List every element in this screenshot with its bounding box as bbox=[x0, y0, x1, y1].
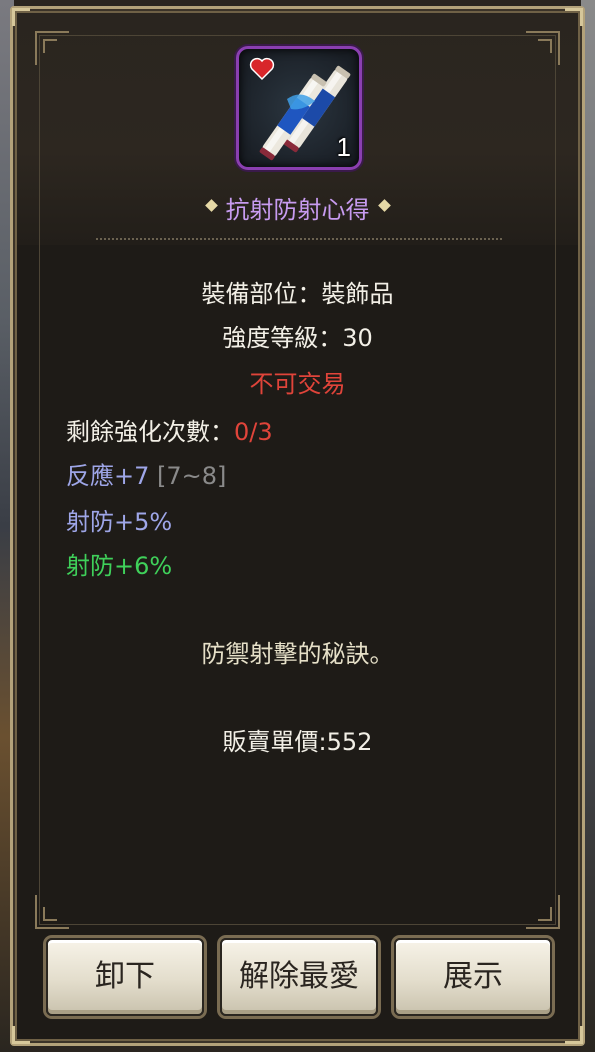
frame-ornament bbox=[538, 907, 552, 921]
enhance-remaining-line: 剩餘強化次數：0/3 bbox=[66, 412, 273, 447]
frame-ornament bbox=[43, 39, 57, 53]
reaction-stat: 反應+7 bbox=[66, 462, 150, 490]
equip-slot-line: 裝備部位：裝飾品 bbox=[201, 280, 394, 308]
frame-ornament bbox=[43, 907, 57, 921]
sell-price: 販賣單價:552 bbox=[222, 728, 373, 756]
stack-count: 1 bbox=[336, 132, 351, 162]
reaction-range: [7~8] bbox=[157, 462, 227, 490]
diamond-icon bbox=[377, 199, 391, 212]
item-title: 抗射防射心得 bbox=[0, 190, 595, 226]
enhance-value: 0/3 bbox=[234, 418, 273, 446]
untradable-label: 不可交易 bbox=[249, 370, 346, 398]
outer-corner-ornament bbox=[12, 8, 30, 26]
item-description: 防禦射擊的秘訣。 bbox=[201, 640, 394, 668]
unfavorite-button[interactable]: 解除最愛 bbox=[220, 938, 378, 1016]
favorite-heart-icon bbox=[249, 57, 275, 81]
reaction-stat-line: 反應+7 [7~8] bbox=[66, 456, 226, 491]
outer-corner-ornament bbox=[565, 1026, 583, 1044]
divider bbox=[96, 238, 502, 240]
diamond-icon bbox=[204, 199, 218, 212]
show-button[interactable]: 展示 bbox=[394, 938, 552, 1016]
item-icon-slot: 1 bbox=[236, 46, 362, 170]
ranged-defense-bonus-stat: 射防+6% bbox=[66, 552, 173, 580]
item-name: 抗射防射心得 bbox=[225, 196, 370, 224]
frame-ornament bbox=[538, 39, 552, 53]
outer-corner-ornament bbox=[12, 1026, 30, 1044]
unequip-button[interactable]: 卸下 bbox=[46, 938, 204, 1016]
ranged-defense-stat: 射防+5% bbox=[66, 508, 173, 536]
strength-level-line: 強度等級：30 bbox=[222, 324, 373, 352]
enhance-label: 剩餘強化次數： bbox=[66, 418, 234, 446]
outer-corner-ornament bbox=[565, 8, 583, 26]
